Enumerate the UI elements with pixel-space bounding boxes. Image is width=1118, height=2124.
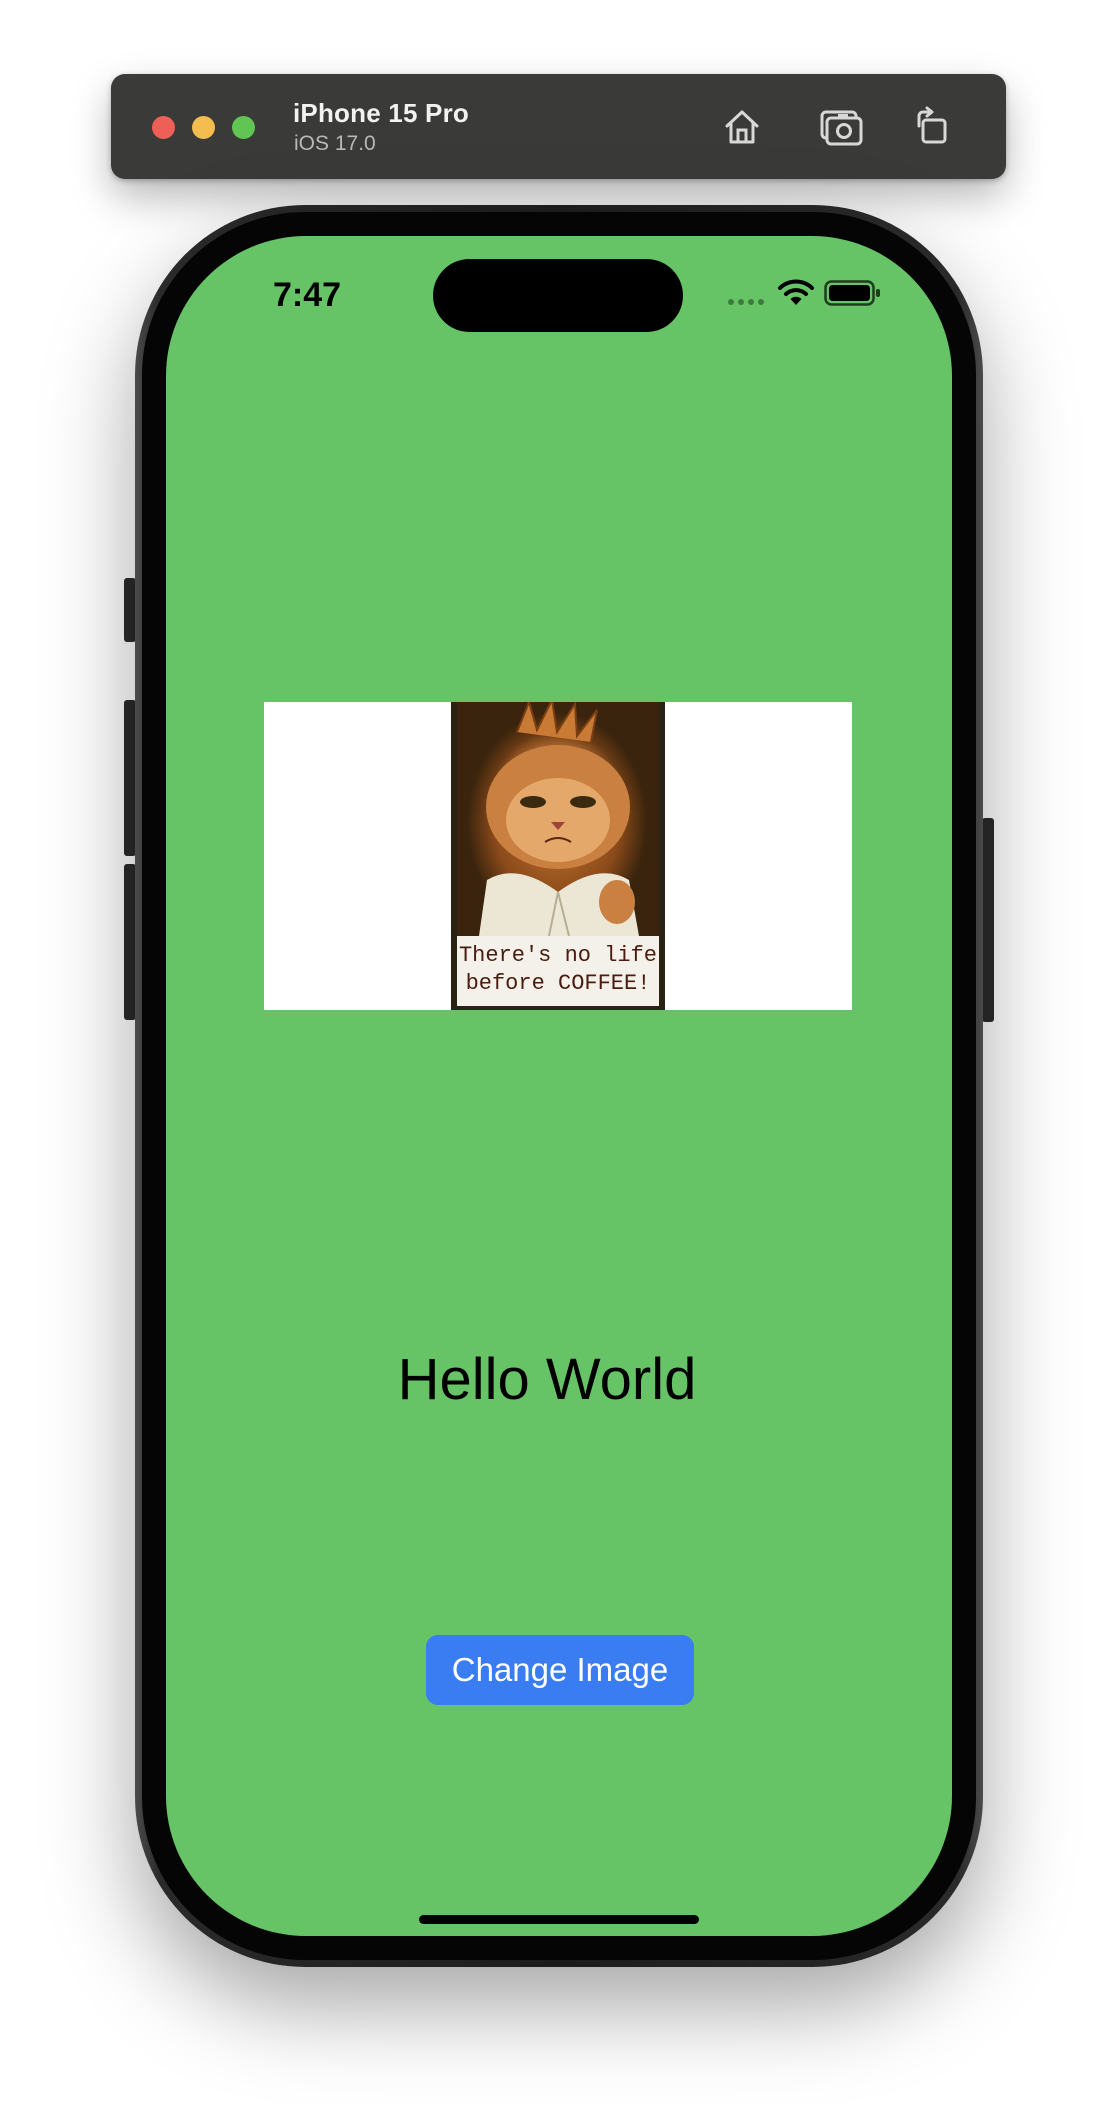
change-image-button[interactable]: Change Image — [426, 1635, 694, 1705]
hello-world-label: Hello World — [397, 1347, 697, 1412]
cat-coffee-poster-image: There's no life before COFFEE! — [451, 702, 665, 1010]
os-version: iOS 17.0 — [294, 132, 376, 155]
home-icon — [725, 110, 759, 144]
phone-screen: 7:47 There's no life before COFFEE! Hell… — [166, 236, 952, 1936]
minimize-window-button[interactable] — [192, 116, 215, 139]
close-window-button[interactable] — [152, 116, 175, 139]
rotate-button[interactable] — [907, 102, 957, 152]
dynamic-island — [433, 259, 683, 332]
screenshot-icon — [820, 110, 863, 146]
simulator-stage: iPhone 15 Pro iOS 17.0 7:47 There's no l… — [0, 0, 1118, 2124]
poster-caption-line-1: There's no life — [458, 943, 658, 968]
cat-illustration — [479, 702, 639, 937]
side-power-button[interactable] — [982, 818, 994, 1022]
status-icons — [728, 278, 898, 308]
image-view: There's no life before COFFEE! — [264, 702, 852, 1010]
battery-icon — [824, 280, 880, 306]
wifi-icon — [778, 279, 814, 305]
rotate-icon — [917, 106, 947, 144]
poster-caption-line-2: before COFFEE! — [465, 971, 651, 996]
cat-photo — [457, 702, 659, 937]
status-time: 7:47 — [273, 276, 342, 314]
screenshot-button[interactable] — [816, 102, 866, 152]
simulator-title-bar: iPhone 15 Pro iOS 17.0 — [111, 74, 1006, 179]
device-name: iPhone 15 Pro — [293, 98, 469, 128]
poster-caption: There's no life before COFFEE! — [457, 936, 659, 1006]
home-indicator[interactable] — [419, 1915, 699, 1924]
home-button[interactable] — [717, 102, 767, 152]
zoom-window-button[interactable] — [232, 116, 255, 139]
